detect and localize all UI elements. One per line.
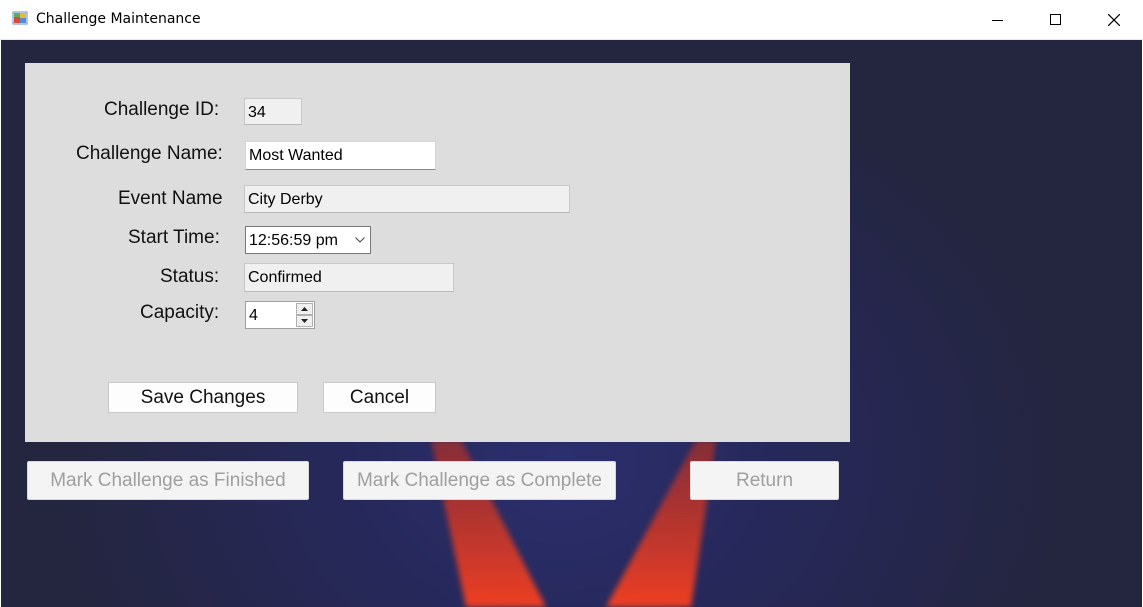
event-name-field[interactable]: City Derby — [244, 185, 570, 213]
maximize-icon — [1050, 13, 1061, 25]
start-time-picker[interactable]: 12:56:59 pm — [245, 226, 371, 254]
capacity-label: Capacity: — [140, 302, 220, 323]
close-button[interactable] — [1085, 0, 1143, 39]
minimize-icon — [992, 19, 1003, 21]
title-bar: Challenge Maintenance — [0, 0, 1143, 40]
mark-complete-button[interactable]: Mark Challenge as Complete — [343, 461, 616, 500]
window-title: Challenge Maintenance — [36, 11, 201, 27]
app-icon — [12, 11, 28, 25]
app-window: Challenge Maintenance Challenge ID: 34 C… — [0, 0, 1143, 607]
status-label: Status: — [160, 266, 220, 287]
start-time-value: 12:56:59 pm — [249, 232, 338, 249]
chevron-down-icon[interactable] — [355, 237, 365, 243]
status-field[interactable]: Confirmed — [244, 263, 454, 292]
arrow-down-icon — [301, 319, 308, 323]
capacity-stepper[interactable]: 4 — [245, 301, 315, 329]
challenge-name-label: Challenge Name: — [76, 143, 223, 164]
challenge-id-label: Challenge ID: — [104, 99, 220, 120]
maximize-button[interactable] — [1027, 0, 1085, 39]
cancel-button[interactable]: Cancel — [323, 382, 436, 413]
challenge-name-field[interactable]: Most Wanted — [245, 141, 436, 170]
stepper-down-button[interactable] — [296, 315, 313, 327]
mark-finished-button[interactable]: Mark Challenge as Finished — [27, 461, 309, 500]
save-changes-button[interactable]: Save Changes — [108, 382, 298, 413]
challenge-id-field[interactable]: 34 — [244, 98, 302, 125]
form-background: Challenge ID: 34 Challenge Name: Most Wa… — [1, 40, 1142, 607]
event-name-label: Event Name — [118, 188, 223, 209]
minimize-button[interactable] — [969, 0, 1027, 39]
return-button[interactable]: Return — [690, 461, 839, 500]
arrow-up-icon — [301, 307, 308, 311]
details-panel: Challenge ID: 34 Challenge Name: Most Wa… — [25, 63, 850, 442]
capacity-value: 4 — [249, 307, 258, 324]
close-icon — [1108, 13, 1120, 26]
start-time-label: Start Time: — [128, 227, 220, 248]
stepper-up-button[interactable] — [296, 303, 313, 315]
